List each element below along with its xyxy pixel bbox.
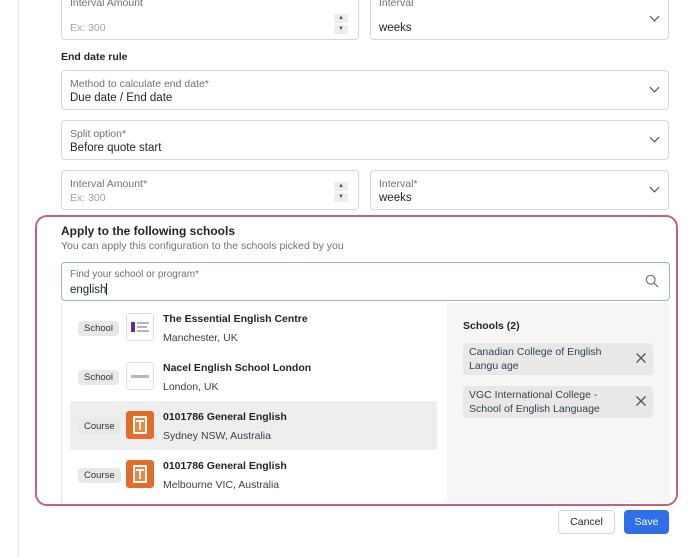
interval-value: weeks [379,192,412,204]
left-divider [18,0,19,557]
stepper-down-icon[interactable]: ▼ [334,193,348,202]
interval-amount-stepper[interactable]: ▲ ▼ [334,182,348,204]
interval-select-top[interactable]: Interval weeks [370,0,669,40]
nacel-logo-icon [126,362,154,390]
picked-school-name: VGC International College - School of En… [469,389,600,415]
type-badge: Course [78,468,121,483]
result-name: The Essential English Centre [163,313,308,325]
result-location: Melbourne VIC, Australia [163,479,280,491]
chevron-down-icon [649,132,660,143]
search-icon[interactable] [645,274,659,288]
interval-amount-stepper-top[interactable]: ▲ ▼ [334,14,348,36]
school-search-input[interactable]: Find your school or program* english [61,262,670,301]
result-name: 0101786 General English [163,411,287,423]
picked-schools-title: Schools (2) [463,320,520,332]
picked-school-chip: VGC International College - School of En… [463,386,653,418]
interval-amount-label-top: Interval Amount [70,0,143,9]
close-icon[interactable] [635,352,647,364]
interval-label: Interval* [379,178,418,190]
split-option-label: Split option* [70,128,127,140]
interval-amount-placeholder: Ex: 300 [70,192,106,204]
result-name: Nacel English School London [163,362,312,374]
save-button[interactable]: Save [624,510,669,534]
type-badge: Course [78,419,121,434]
stepper-up-icon[interactable]: ▲ [334,14,348,23]
apply-subtitle: You can apply this configuration to the … [61,240,344,252]
interval-label-top: Interval [379,0,414,9]
type-badge: School [78,370,120,385]
t-logo-icon [126,460,154,488]
interval-amount-field[interactable]: Interval Amount* Ex: 300 ▲ ▼ [61,170,359,210]
split-option-value: Before quote start [70,142,162,154]
picked-school-name: Canadian College of English Langu age [469,346,602,372]
close-icon[interactable] [635,395,647,407]
split-option-select[interactable]: Split option* Before quote start [61,120,669,160]
interval-value-top: weeks [379,22,412,34]
picked-school-chip: Canadian College of English Langu age [463,343,653,375]
interval-amount-placeholder-top: Ex: 300 [70,22,106,34]
stepper-up-icon[interactable]: ▲ [334,182,348,191]
method-value: Due date / End date [70,92,173,104]
school-search-value[interactable]: english [70,283,108,296]
type-badge: School [78,321,120,336]
end-date-rule-title: End date rule [61,51,128,63]
cancel-button[interactable]: Cancel [558,510,615,534]
result-row-highlighted[interactable]: Course 0101786 General English Sydney NS… [70,401,437,450]
interval-select[interactable]: Interval* weeks [370,170,669,210]
apply-title: Apply to the following schools [61,224,235,238]
result-location: Manchester, UK [163,332,238,344]
result-row[interactable]: School The Essential English Centre Manc… [70,303,437,352]
search-results-list: School The Essential English Centre Manc… [61,303,446,503]
interval-amount-label: Interval Amount* [70,178,148,190]
apply-schools-panel: Apply to the following schools You can a… [35,215,678,506]
result-location: London, UK [163,381,219,393]
interval-amount-field-top[interactable]: Interval Amount Ex: 300 ▲ ▼ [61,0,359,40]
chevron-down-icon [649,182,660,193]
essential-english-logo-icon [126,313,154,341]
t-logo-icon [126,411,154,439]
result-row[interactable]: School Nacel English School London Londo… [70,352,437,401]
picked-schools-panel: Schools (2) Canadian College of English … [447,303,670,503]
chevron-down-icon [649,11,660,21]
result-name: 0101786 General English [163,460,287,472]
school-search-label: Find your school or program* [70,269,199,280]
method-select[interactable]: Method to calculate end date* Due date /… [61,70,669,110]
result-row[interactable]: Course 0101786 General English Melbourne… [70,450,437,499]
method-label: Method to calculate end date* [70,78,209,90]
stepper-down-icon[interactable]: ▼ [334,25,348,34]
chevron-down-icon [649,82,660,93]
result-location: Sydney NSW, Australia [163,430,271,442]
